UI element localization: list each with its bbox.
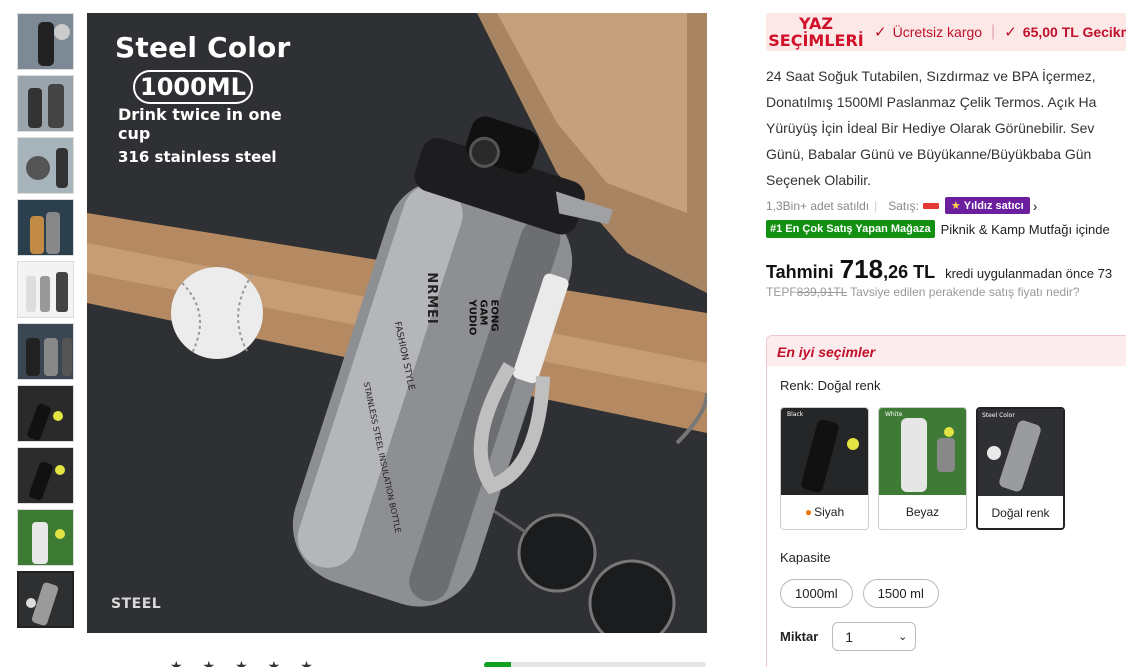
quantity-select[interactable]: 1 ⌄: [832, 622, 917, 651]
rrp-value: 839,91TL: [796, 285, 847, 299]
price-currency: TL: [913, 262, 936, 282]
thumbnail-6[interactable]: [17, 323, 74, 380]
capacity-options: 1000ml 1500 ml: [780, 579, 1126, 608]
product-description: 24 Saat Soğuk Tutabilen, Sızdırmaz ve BP…: [766, 68, 1097, 188]
rating-stars: ★★★★★: [170, 658, 333, 667]
thumbnail-9[interactable]: [17, 509, 74, 566]
thumbnail-10[interactable]: [17, 571, 74, 628]
rank-badge: #1 En Çok Satış Yapan Mağaza: [766, 220, 935, 238]
thumbnail-4[interactable]: [17, 199, 74, 256]
sold-count: 1,3Bin+ adet satıldı: [766, 198, 870, 213]
swatch-beyaz[interactable]: White Beyaz: [878, 407, 967, 530]
product-page: Steel Color 1000ML Drink twice in one cu…: [0, 0, 1126, 667]
price-note: kredi uygulanmadan önce 73: [945, 266, 1113, 281]
image-title: Steel Color: [115, 31, 291, 64]
thumbnail-7[interactable]: [17, 385, 74, 442]
thumbnail-3[interactable]: [17, 137, 74, 194]
main-product-image[interactable]: Steel Color 1000ML Drink twice in one cu…: [87, 13, 707, 633]
price-decimal: ,26: [883, 262, 909, 282]
swatch-siyah[interactable]: Black ● Siyah: [780, 407, 869, 530]
product-info-panel: YAZ SEÇİMLERİ ✓ Ücretsiz kargo | ✓ 65,00 TL…: [766, 13, 1126, 299]
thumbnail-strip: [17, 13, 75, 633]
strap-tag: EONG GAM YUDIO: [466, 299, 500, 336]
capacity-label: Kapasite: [780, 550, 831, 565]
image-footer-label: STEEL: [111, 596, 162, 612]
free-shipping: ✓ Ücretsiz kargo: [874, 24, 983, 41]
chevron-down-icon: ⌄: [898, 631, 908, 643]
check-icon: ✓: [1004, 24, 1017, 41]
ranking-row[interactable]: #1 En Çok Satış Yapan Mağaza Piknik & Ka…: [766, 220, 1126, 238]
seller-info[interactable]: Satış: ★ Yıldız satıcı ›: [888, 197, 1037, 214]
rrp-row: TEPF839,91TL Tavsiye edilen perakende sa…: [766, 285, 1126, 299]
star-seller-badge: ★ Yıldız satıcı: [944, 197, 1030, 214]
banner-title: YAZ SEÇİMLERİ: [768, 14, 864, 50]
thumbnail-5[interactable]: [17, 261, 74, 318]
price-row: Tahmini 718,26 TL kredi uygulanmadan önc…: [766, 254, 1126, 285]
color-label: Renk: Doğal renk: [780, 378, 881, 393]
check-icon: ✓: [874, 24, 887, 41]
sales-meta: 1,3Bin+ adet satıldı | Satış: ★ Yıldız sa…: [766, 197, 1038, 214]
capacity-1000ml[interactable]: 1000ml: [780, 579, 853, 608]
color-swatches: Black ● Siyah White Beyaz Steel Color Doğ…: [780, 407, 1126, 530]
capacity-1500ml[interactable]: 1500 ml: [862, 579, 939, 608]
rrp-label: TEPF: [766, 285, 797, 299]
banner-divider: |: [991, 23, 996, 40]
price-integer: 718: [839, 254, 884, 284]
rank-category: Piknik & Kamp Mutfağı içinde: [940, 221, 1110, 237]
chevron-right-icon: ›: [1032, 197, 1038, 214]
thumbnail-2[interactable]: [17, 75, 74, 132]
bottle-brand: NRMEI: [423, 272, 439, 325]
best-picks-panel: En iyi seçimler Renk: Doğal renk Black ●…: [766, 335, 1126, 667]
thumbnail-8[interactable]: [17, 447, 74, 504]
image-caption-line2: cup: [118, 124, 151, 143]
svg-text:Steel Color: Steel Color: [982, 412, 1015, 419]
thumbnail-1[interactable]: [17, 13, 74, 70]
svg-text:White: White: [885, 411, 903, 418]
rrp-help-link[interactable]: Tavsiye edilen perakende satış fiyatı ne…: [850, 285, 1079, 299]
drop-icon: ●: [804, 505, 813, 519]
star-icon: ★: [950, 200, 961, 212]
delay-credit: ✓65,00 TL Gecikme kredisi: [1004, 24, 1126, 41]
svg-text:Black: Black: [787, 411, 804, 418]
image-caption-line3: 316 stainless steel: [118, 148, 277, 166]
image-caption-line1: Drink twice in one: [118, 105, 282, 124]
progress-bar: [484, 662, 706, 667]
swatch-dogal-renk[interactable]: Steel Color Doğal renk: [976, 407, 1065, 530]
seller-logo-icon: [922, 202, 939, 209]
quantity-label: Miktar: [780, 629, 819, 644]
image-capacity-badge: 1000ML: [133, 70, 253, 104]
summer-picks-banner[interactable]: YAZ SEÇİMLERİ ✓ Ücretsiz kargo | ✓ 65,00 TL…: [766, 13, 1126, 51]
best-picks-title: En iyi seçimler: [767, 336, 1126, 366]
quantity-row: Miktar 1 ⌄: [780, 622, 1126, 651]
price-label: Tahmini: [766, 262, 834, 282]
